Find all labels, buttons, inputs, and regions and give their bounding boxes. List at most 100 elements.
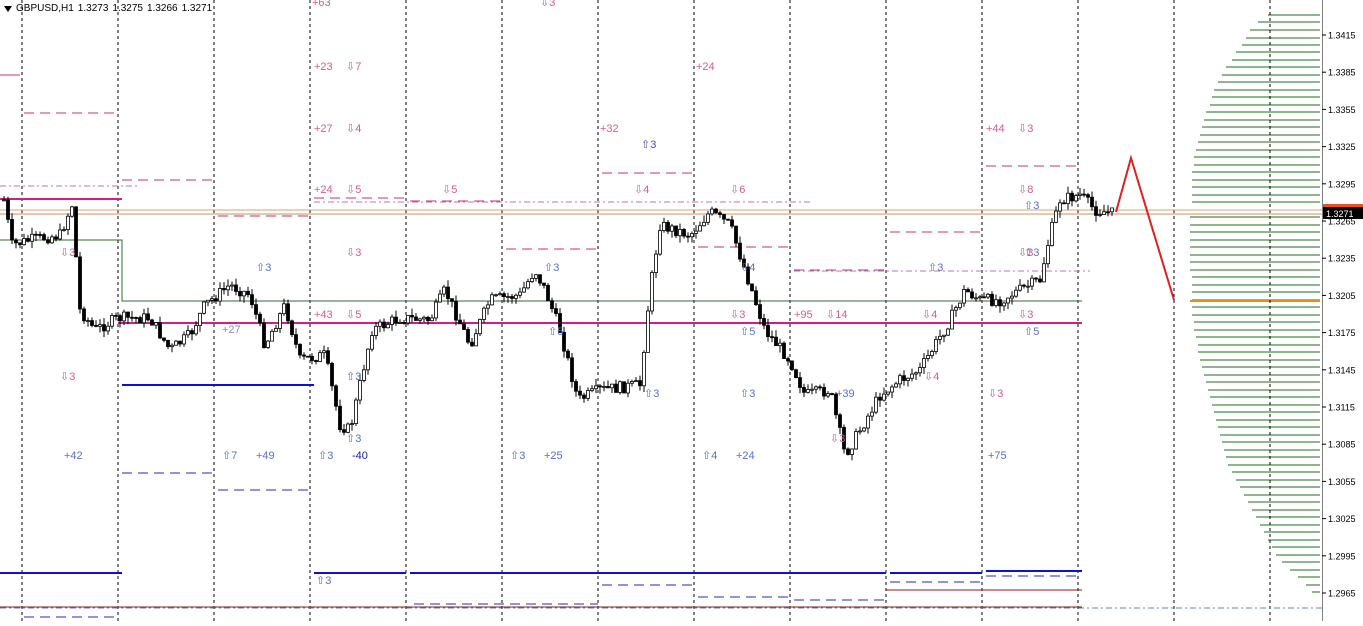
- candle-body: [370, 335, 374, 350]
- candle-body: [1014, 289, 1018, 297]
- candle-body: [574, 381, 578, 392]
- trade-annotation-label: ⇩3: [1018, 123, 1033, 135]
- candle-body: [366, 348, 370, 371]
- candle-body: [754, 290, 758, 306]
- candle-body: [234, 284, 238, 292]
- candle-body: [30, 233, 34, 242]
- candle-body: [930, 351, 934, 356]
- candle-body: [242, 290, 246, 297]
- candle-body: [1110, 207, 1114, 213]
- trade-annotation-label: ⇧4: [702, 450, 717, 462]
- candle-body: [1066, 192, 1070, 204]
- candle-body: [498, 293, 502, 296]
- trade-annotation-label: +23: [314, 61, 333, 73]
- candle-body: [586, 390, 590, 399]
- candle-body: [890, 386, 894, 393]
- candle-body: [610, 383, 614, 389]
- candle-body: [22, 238, 26, 246]
- trade-annotation-label: +24: [736, 450, 755, 462]
- candle-body: [46, 239, 50, 244]
- trade-annotation-label: ⇩4: [922, 309, 937, 321]
- candle-body: [722, 214, 726, 220]
- candle-body: [334, 385, 338, 407]
- candle-body: [1074, 195, 1078, 202]
- trade-annotation-label: ⇧3: [928, 262, 943, 274]
- candle-body: [326, 350, 330, 364]
- candle-body: [1010, 295, 1014, 299]
- trade-annotation-label: ⇧3: [510, 450, 525, 462]
- candle-body: [450, 298, 454, 302]
- trade-annotation-label: ⇧5: [1024, 326, 1039, 338]
- candle-body: [310, 355, 314, 361]
- candle-body: [378, 321, 382, 327]
- candle-body: [1022, 284, 1026, 287]
- candle-body: [850, 448, 854, 455]
- ohlc-close: 1.3271: [181, 3, 213, 14]
- candle-body: [342, 429, 346, 433]
- candle-body: [198, 312, 202, 327]
- candle-body: [1058, 202, 1062, 212]
- candle-body: [954, 307, 958, 311]
- price-chart[interactable]: +63 ⇩3 +23 ⇩7 +24 +27 ⇩4 +32 +44 ⇩3 ⇧3 +24 ⇩5 ⇩5 ⇩4 ⇩6 ⇩…: [0, 0, 1322, 621]
- candle-body: [918, 367, 922, 374]
- trade-annotation-label: ⇧3: [318, 450, 333, 462]
- candle-body: [730, 219, 734, 227]
- candle-body: [106, 325, 110, 332]
- candle-body: [1102, 211, 1106, 215]
- candle-body: [922, 358, 926, 368]
- trade-annotation-label: ⇧3: [346, 371, 361, 383]
- candle-body: [506, 296, 510, 298]
- candle-body: [50, 236, 54, 244]
- candle-body: [726, 218, 730, 221]
- candle-body: [646, 310, 650, 353]
- candle-body: [546, 285, 550, 302]
- axis-tick-label: 1.3055: [1328, 477, 1356, 487]
- candle-body: [674, 225, 678, 237]
- candle-body: [390, 316, 394, 325]
- candle-body: [798, 377, 802, 388]
- trade-annotation-label: ⇩3: [346, 247, 361, 259]
- candle-body: [154, 322, 158, 326]
- trade-annotation-label: ⇩14: [826, 309, 847, 321]
- symbol-header: GBPUSD,H1 1.3273 1.3275 1.3266 1.3271: [4, 3, 212, 14]
- candle-body: [594, 385, 598, 390]
- candle-body: [650, 272, 654, 312]
- axis-tick-label: 1.3295: [1328, 179, 1356, 189]
- period-separators: [21, 0, 1271, 621]
- candle-body: [410, 315, 414, 318]
- trade-annotation-label: ⇩3: [60, 371, 75, 383]
- candle-body: [1042, 263, 1046, 283]
- candle-body: [414, 316, 418, 321]
- candle-body: [682, 229, 686, 237]
- dropdown-triangle-icon[interactable]: [4, 5, 12, 12]
- candle-body: [170, 344, 174, 348]
- chart-area[interactable]: +63 ⇩3 +23 ⇩7 +24 +27 ⇩4 +32 +44 ⇩3 ⇧3 +24 ⇩5 ⇩5 ⇩4 ⇩6 ⇩…: [0, 0, 1322, 621]
- candle-body: [86, 320, 90, 323]
- candle-body: [926, 355, 930, 359]
- candle-body: [662, 222, 666, 232]
- candle-body: [226, 285, 230, 291]
- candle-body: [434, 301, 438, 319]
- candle-body: [398, 321, 402, 324]
- candle-body: [690, 233, 694, 238]
- trade-annotation-label: +95: [794, 309, 813, 321]
- candle-body: [814, 386, 818, 390]
- candle-body: [914, 372, 918, 375]
- candle-body: [78, 256, 82, 310]
- price-axis[interactable]: 1.3415 1.3385 1.3355 1.3325 1.3295 1.3265 1.32…: [1321, 0, 1363, 621]
- candle-body: [1078, 193, 1082, 196]
- trade-annotation-label: +24: [696, 61, 715, 73]
- candle-body: [354, 399, 358, 424]
- candle-body: [678, 229, 682, 237]
- trade-annotation-label: +63: [312, 0, 331, 9]
- trade-annotation-label: ⇧3: [1024, 200, 1039, 212]
- candle-body: [114, 315, 118, 317]
- ohlc-high: 1.3275: [112, 3, 143, 14]
- candle-body: [274, 328, 278, 332]
- axis-tick-label: 1.3385: [1328, 68, 1356, 78]
- candle-body: [202, 301, 206, 314]
- candle-body: [846, 448, 850, 455]
- candle-body: [578, 390, 582, 396]
- candle-body: [1002, 302, 1006, 307]
- candle-body: [94, 325, 98, 327]
